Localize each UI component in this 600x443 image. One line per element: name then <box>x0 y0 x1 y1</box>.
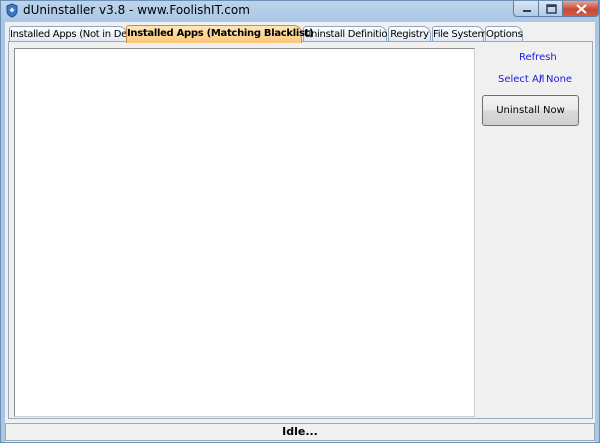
tab-registry[interactable]: Registry <box>388 26 431 42</box>
app-icon <box>6 3 18 18</box>
tab-installed-apps-not-in-defs[interactable]: Installed Apps (Not in Defs) <box>9 26 139 42</box>
client-area: Installed Apps (Not in Defs) Installed A… <box>5 22 595 442</box>
tab-uninstall-definitions[interactable]: Uninstall Definitions <box>303 26 398 42</box>
window-title: dUninstaller v3.8 - www.FoolishIT.com <box>23 3 250 17</box>
minimize-icon <box>523 10 531 12</box>
maximize-icon <box>546 4 557 14</box>
close-button[interactable] <box>562 1 599 17</box>
select-separator: / <box>539 74 543 85</box>
installed-apps-list[interactable] <box>14 48 475 417</box>
select-all-link[interactable]: Select All <box>498 74 544 85</box>
tab-file-system[interactable]: File System <box>432 26 487 42</box>
app-window: dUninstaller v3.8 - www.FoolishIT.com In… <box>0 0 600 443</box>
refresh-link[interactable]: Refresh <box>519 52 557 63</box>
close-icon <box>576 4 587 14</box>
tab-options[interactable]: Options <box>485 26 523 42</box>
title-bar[interactable]: dUninstaller v3.8 - www.FoolishIT.com <box>1 1 600 21</box>
uninstall-now-button[interactable]: Uninstall Now <box>482 95 579 126</box>
minimize-button[interactable] <box>513 1 539 17</box>
maximize-button[interactable] <box>538 1 563 17</box>
tab-panel: Refresh Select All / None Uninstall Now <box>8 41 593 419</box>
select-none-link[interactable]: None <box>546 74 572 85</box>
status-bar: Idle... <box>5 423 595 441</box>
tab-strip: Installed Apps (Not in Defs) Installed A… <box>9 25 589 43</box>
tab-installed-apps-matching-blacklist[interactable]: Installed Apps (Matching Blacklist) <box>126 25 314 43</box>
